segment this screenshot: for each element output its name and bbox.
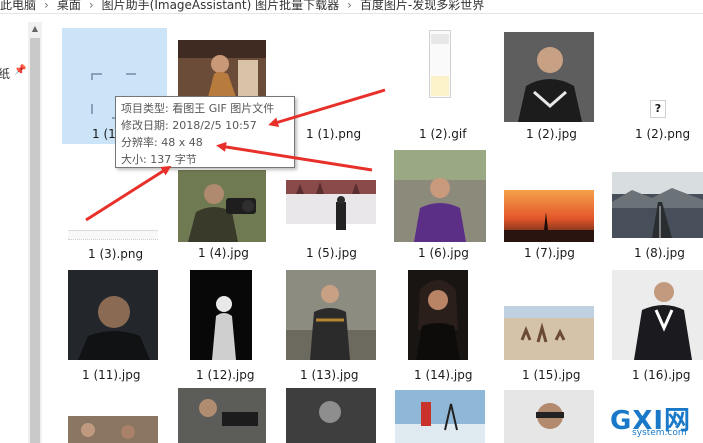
file-item[interactable]: 1 (14).jpg: [392, 270, 488, 384]
file-item[interactable]: 1 (11).jpg: [66, 270, 162, 384]
file-item[interactable]: 1 (2).gif: [405, 30, 485, 145]
file-info-tooltip: 项目类型: 看图王 GIF 图片文件 修改日期: 2018/2/5 10:57 …: [115, 96, 295, 168]
breadcrumb-baidu-images[interactable]: 百度图片-发现多彩世界: [360, 0, 484, 11]
file-name: 1 (4).jpg: [198, 246, 249, 260]
file-item[interactable]: 1 (15).jpg: [500, 306, 600, 384]
file-name: 1 (13).jpg: [300, 368, 359, 382]
file-name: 1 (6).jpg: [418, 246, 469, 260]
file-item[interactable]: 1 (16).jpg: [612, 270, 703, 384]
scroll-up-icon[interactable]: ▲: [28, 22, 42, 36]
photo-thumbnail: [504, 32, 594, 122]
file-name: 1 (8).jpg: [634, 246, 685, 260]
file-name: 1 (11).jpg: [82, 368, 141, 382]
breadcrumb-desktop[interactable]: 桌面: [57, 0, 81, 11]
file-name: 1 (16).jpg: [632, 368, 691, 382]
photo-thumbnail: [178, 40, 266, 97]
photo-thumbnail: [286, 180, 376, 242]
file-item[interactable]: 1 (2).jpg: [500, 30, 600, 145]
unknown-file-icon: ?: [650, 100, 666, 118]
breadcrumb-image-assistant[interactable]: 图片助手(ImageAssistant) 图片批量下载器: [102, 0, 339, 11]
chevron-right-icon: ›: [347, 0, 352, 12]
scrollbar-thumb[interactable]: [30, 38, 40, 443]
photo-thumbnail: [395, 390, 485, 443]
tooltip-modified-date: 修改日期: 2018/2/5 10:57: [121, 119, 257, 132]
file-name: 1 (1).png: [306, 127, 362, 141]
tooltip-size: 大小: 137 字节: [121, 153, 197, 166]
photo-thumbnail: [408, 270, 468, 360]
file-name: 1 (2).jpg: [526, 127, 577, 141]
nav-scrollbar[interactable]: ▲: [28, 22, 42, 443]
file-name: 1 (3).png: [88, 247, 144, 261]
site-watermark-logo: GXI网 system.com: [610, 400, 700, 442]
arrow-from-file: [85, 165, 172, 222]
file-name: 1 (2).gif: [419, 127, 467, 141]
photo-thumbnail: [68, 416, 158, 443]
photo-thumbnail: [612, 172, 703, 238]
file-name: 1 (15).jpg: [522, 368, 581, 382]
breadcrumb-this-pc[interactable]: 此电脑: [0, 0, 36, 11]
file-item[interactable]: 1 (4).jpg: [176, 170, 268, 264]
image-thumbnail-strip: [68, 230, 158, 240]
file-item[interactable]: 1 (5).jpg: [282, 180, 378, 264]
file-item[interactable]: 1 (12).jpg: [176, 270, 268, 384]
photo-thumbnail: [286, 388, 376, 443]
file-name: 1 (7).jpg: [524, 246, 575, 260]
tooltip-item-type: 项目类型: 看图王 GIF 图片文件: [121, 102, 275, 115]
file-item[interactable]: 1 (7).jpg: [500, 190, 600, 264]
photo-thumbnail: [178, 388, 266, 443]
chevron-right-icon: ›: [88, 0, 94, 12]
photo-thumbnail: [504, 306, 594, 360]
photo-thumbnail: [504, 390, 594, 443]
explorer-window: 此电脑 › 桌面 › 图片助手(ImageAssistant) 图片批量下载器 › 百度图片…: [0, 0, 703, 443]
file-name: 1 (1: [92, 127, 116, 141]
file-item[interactable]: ? 1 (2).png: [628, 100, 700, 145]
file-item[interactable]: 1 (3).png: [66, 230, 162, 264]
file-item[interactable]: 1 (8).jpg: [612, 172, 703, 264]
file-name: 1 (12).jpg: [196, 368, 255, 382]
document-thumbnail: [429, 30, 451, 98]
pin-icon: 📌: [14, 65, 27, 76]
watermark-domain: system.com: [632, 428, 687, 438]
photo-thumbnail: [612, 270, 703, 360]
nav-item-label[interactable]: 纸: [0, 65, 10, 82]
file-name: 1 (5).jpg: [306, 246, 357, 260]
photo-thumbnail: [286, 270, 376, 360]
photo-thumbnail: [190, 270, 252, 360]
file-name: 1 (2).png: [635, 127, 691, 141]
tooltip-resolution: 分辨率: 48 x 48: [121, 136, 203, 149]
file-item[interactable]: 1 (13).jpg: [282, 270, 378, 384]
photo-thumbnail: [68, 270, 158, 360]
photo-thumbnail: [504, 190, 594, 242]
file-name: 1 (14).jpg: [414, 368, 473, 382]
photo-thumbnail: [178, 170, 266, 242]
chevron-right-icon: ›: [44, 0, 49, 12]
breadcrumb[interactable]: 此电脑 › 桌面 › 图片助手(ImageAssistant) 图片批量下载器 › 百度图片…: [0, 0, 703, 14]
file-item[interactable]: 1 (6).jpg: [392, 150, 488, 264]
photo-thumbnail: [394, 150, 486, 242]
